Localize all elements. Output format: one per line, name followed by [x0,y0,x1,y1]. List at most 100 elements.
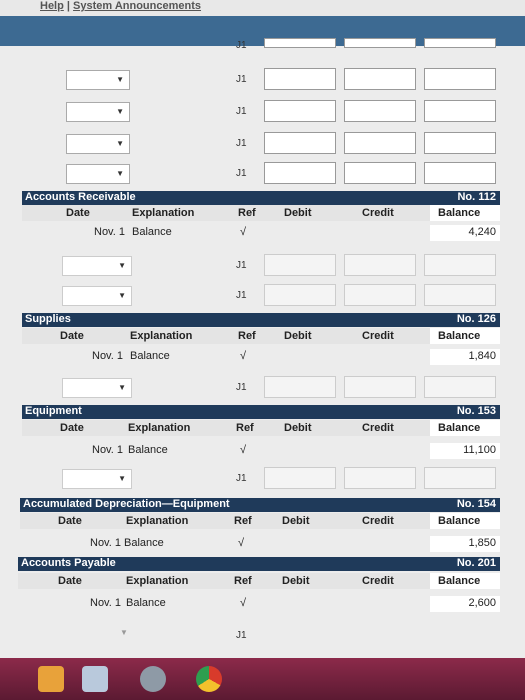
line-date: Nov. 1 [92,444,123,456]
link-separator: | [66,0,70,12]
account-name: Accumulated Depreciation—Equipment [23,498,230,510]
credit-input[interactable] [344,38,416,48]
credit-input[interactable] [344,284,416,306]
journal-ref: J1 [236,473,247,484]
journal-ref: J1 [236,382,247,393]
col-balance: Balance [438,575,481,587]
col-explanation: Explanation [132,207,195,219]
debit-input[interactable] [264,162,336,184]
app-icon[interactable] [140,666,166,692]
journal-ref: J1 [236,138,247,149]
col-debit: Debit [284,330,312,342]
date-select[interactable]: ▼ [62,469,132,489]
journal-row: ▼ J1 [0,132,525,156]
line-date: Nov. 1 [90,537,121,549]
balance-input[interactable] [424,254,496,276]
col-balance: Balance [438,515,481,527]
journal-row: ▼ J1 [0,100,525,124]
col-date: Date [58,575,82,587]
line-ref: √ [240,597,247,609]
date-select[interactable]: ▼ [66,102,130,122]
balance-input[interactable] [424,376,496,398]
debit-input[interactable] [264,68,336,90]
col-debit: Debit [282,515,310,527]
col-debit: Debit [284,207,312,219]
taskbar [0,658,525,700]
col-balance: Balance [438,207,481,219]
balance-input[interactable] [424,162,496,184]
balance-input[interactable] [424,284,496,306]
col-explanation: Explanation [126,575,189,587]
chevron-down-icon: ▼ [118,291,126,300]
account-header-accounts-receivable: Accounts Receivable No. 112 [22,191,500,205]
debit-input[interactable] [264,254,336,276]
line-explanation: Balance [132,226,172,238]
ledger-line: Nov. 1 Balance √ 4,240 [22,225,500,241]
debit-input[interactable] [264,132,336,154]
help-link[interactable]: Help [40,0,64,12]
credit-input[interactable] [344,68,416,90]
account-name: Equipment [25,405,82,417]
account-number: No. 154 [456,498,496,510]
account-header-equipment: Equipment No. 153 [22,405,500,419]
journal-row: ▼ J1 [0,376,525,400]
journal-ref: J1 [236,168,247,179]
column-headers: Date Explanation Ref Debit Credit Balanc… [22,328,500,344]
journal-ref: J1 [236,630,247,641]
ledger-content: J1 ▼ J1 ▼ J1 ▼ J1 ▼ J1 Accounts Receivab… [0,38,525,658]
date-select[interactable]: ▼ [62,256,132,276]
debit-input[interactable] [264,467,336,489]
debit-input[interactable] [264,376,336,398]
journal-ref: J1 [236,290,247,301]
balance-input[interactable] [424,100,496,122]
notes-icon[interactable] [82,666,108,692]
chevron-down-icon[interactable]: ▼ [120,628,128,637]
chevron-down-icon: ▼ [118,474,126,483]
column-headers: Date Explanation Ref Debit Credit Balanc… [22,205,500,221]
top-links: Help | System Announcements [40,0,201,12]
date-select[interactable]: ▼ [62,286,132,306]
chevron-down-icon: ▼ [116,75,124,84]
credit-input[interactable] [344,162,416,184]
line-explanation: Balance [130,350,170,362]
debit-input[interactable] [264,284,336,306]
account-name: Accounts Payable [21,557,116,569]
chrome-icon[interactable] [196,666,222,692]
col-explanation: Explanation [126,515,189,527]
balance-input[interactable] [424,132,496,154]
col-balance: Balance [438,422,481,434]
line-explanation: Balance [128,444,168,456]
chevron-down-icon: ▼ [116,139,124,148]
balance-input[interactable] [424,68,496,90]
line-balance: 1,840 [468,350,496,362]
chevron-down-icon: ▼ [118,261,126,270]
date-select[interactable]: ▼ [66,134,130,154]
debit-input[interactable] [264,100,336,122]
line-explanation: Balance [126,597,166,609]
journal-ref: J1 [236,106,247,117]
debit-input[interactable] [264,38,336,48]
date-select[interactable]: ▼ [66,70,130,90]
credit-input[interactable] [344,100,416,122]
chevron-down-icon: ▼ [116,169,124,178]
line-ref: √ [240,226,247,238]
chevron-down-icon: ▼ [116,107,124,116]
journal-row: ▼ J1 [0,284,525,308]
col-balance: Balance [438,330,481,342]
date-select[interactable]: ▼ [66,164,130,184]
col-credit: Credit [362,575,394,587]
account-name: Accounts Receivable [25,191,136,203]
account-number: No. 153 [456,405,496,417]
balance-input[interactable] [424,467,496,489]
ledger-line: Nov. 1 Balance √ 11,100 [22,443,500,459]
credit-input[interactable] [344,254,416,276]
credit-input[interactable] [344,132,416,154]
credit-input[interactable] [344,467,416,489]
credit-input[interactable] [344,376,416,398]
chevron-down-icon: ▼ [118,383,126,392]
system-announcements-link[interactable]: System Announcements [73,0,201,12]
journal-row: ▼ J1 [0,254,525,278]
balance-input[interactable] [424,38,496,48]
task-manager-icon[interactable] [38,666,64,692]
date-select[interactable]: ▼ [62,378,132,398]
